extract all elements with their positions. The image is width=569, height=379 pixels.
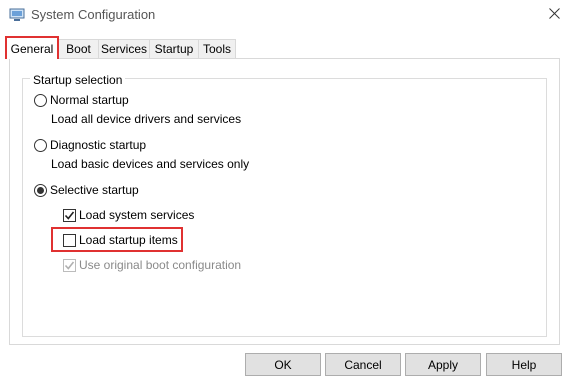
use-original-boot-configuration-checkbox: Use original boot configuration bbox=[63, 258, 241, 272]
radio-button-selected bbox=[34, 183, 47, 197]
general-tab-panel: Startup selection Normal startup Load al… bbox=[9, 58, 560, 345]
apply-button[interactable]: Apply bbox=[405, 353, 481, 376]
checkbox-checked-disabled bbox=[63, 258, 76, 272]
tab-strip: General Boot Services Startup Tools bbox=[0, 35, 569, 60]
load-startup-items-label: Load startup items bbox=[79, 233, 178, 247]
title-bar: System Configuration bbox=[0, 0, 569, 30]
selective-startup-radio[interactable]: Selective startup bbox=[34, 183, 139, 197]
tab-general[interactable]: General bbox=[5, 36, 59, 59]
radio-button bbox=[34, 138, 47, 152]
diagnostic-startup-label: Diagnostic startup bbox=[50, 138, 147, 152]
checkbox-unchecked bbox=[63, 233, 76, 247]
ok-button[interactable]: OK bbox=[245, 353, 321, 376]
help-button[interactable]: Help bbox=[486, 353, 562, 376]
normal-startup-label: Normal startup bbox=[50, 93, 129, 107]
use-original-boot-configuration-label: Use original boot configuration bbox=[79, 258, 242, 272]
checkbox-checked bbox=[63, 208, 76, 222]
close-button[interactable] bbox=[540, 2, 568, 28]
window-title: System Configuration bbox=[31, 7, 156, 22]
tab-boot[interactable]: Boot bbox=[58, 39, 99, 58]
tab-tools[interactable]: Tools bbox=[198, 39, 236, 58]
startup-selection-legend: Startup selection bbox=[30, 73, 126, 87]
load-system-services-checkbox[interactable]: Load system services bbox=[63, 208, 194, 222]
close-icon bbox=[548, 8, 560, 22]
selective-startup-label: Selective startup bbox=[50, 183, 139, 197]
system-configuration-icon bbox=[9, 8, 25, 22]
checkmark-icon bbox=[64, 211, 75, 220]
load-startup-items-checkbox[interactable]: Load startup items bbox=[63, 233, 178, 247]
diagnostic-startup-radio[interactable]: Diagnostic startup bbox=[34, 138, 146, 152]
diagnostic-startup-description: Load basic devices and services only bbox=[51, 157, 250, 171]
tab-services[interactable]: Services bbox=[98, 39, 150, 58]
cancel-button[interactable]: Cancel bbox=[325, 353, 401, 376]
checkmark-icon bbox=[64, 261, 75, 270]
tab-startup[interactable]: Startup bbox=[149, 39, 199, 58]
normal-startup-description: Load all device drivers and services bbox=[51, 112, 242, 126]
normal-startup-radio[interactable]: Normal startup bbox=[34, 93, 129, 107]
radio-button bbox=[34, 93, 47, 107]
load-system-services-label: Load system services bbox=[79, 208, 195, 222]
